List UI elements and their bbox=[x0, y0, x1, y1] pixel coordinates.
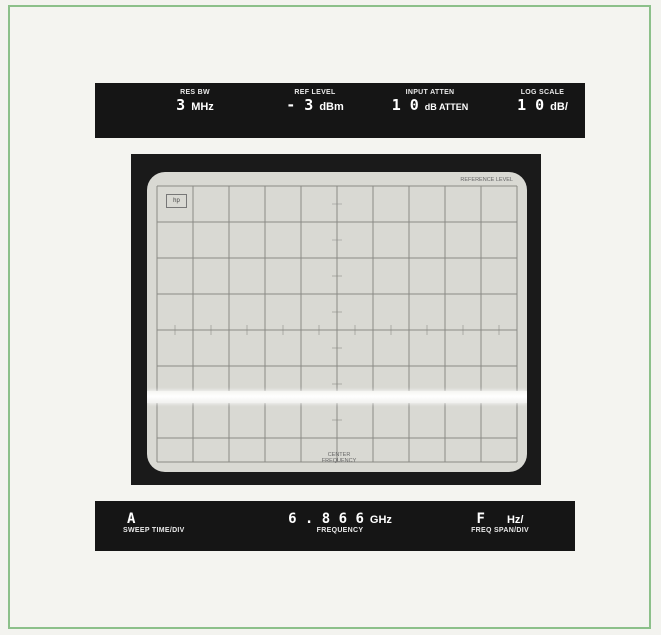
ref-level-value: - 3 dBm bbox=[286, 96, 344, 114]
freq-span-label: FREQ SPAN/DIV bbox=[471, 527, 529, 534]
freq-span-readout: F Hz/ FREQ SPAN/DIV bbox=[440, 511, 560, 534]
frequency-label: FREQUENCY bbox=[316, 527, 364, 534]
ref-level-label: REF LEVEL bbox=[294, 89, 336, 96]
graticule bbox=[156, 185, 518, 463]
input-atten-readout: INPUT ATTEN 1 0 dB ATTEN bbox=[380, 89, 480, 114]
input-atten-value: 1 0 dB ATTEN bbox=[391, 96, 469, 114]
top-readout-panel: RES BW 3 MHz REF LEVEL - 3 dBm INPUT ATTEN… bbox=[95, 83, 585, 138]
input-atten-label: INPUT ATTEN bbox=[405, 89, 455, 96]
crt-screen: hp REFERENCE LEVEL CENTER FREQUENCY bbox=[147, 172, 527, 472]
hp-logo: hp bbox=[166, 194, 187, 208]
ref-level-readout: REF LEVEL - 3 dBm bbox=[270, 89, 360, 114]
log-scale-value: 1 0 dB/ bbox=[517, 96, 568, 114]
reference-level-label: REFERENCE LEVEL bbox=[460, 177, 513, 183]
log-scale-label: LOG SCALE bbox=[520, 89, 565, 96]
sweep-time-readout: A SWEEP TIME/DIV bbox=[123, 511, 243, 534]
res-bw-readout: RES BW 3 MHz bbox=[150, 89, 240, 114]
freq-span-value: F Hz/ bbox=[476, 511, 524, 527]
sweep-time-label: SWEEP TIME/DIV bbox=[123, 527, 185, 534]
frequency-value: 6 . 8 6 6 GHz bbox=[288, 511, 392, 527]
sweep-time-value: A bbox=[127, 511, 136, 527]
bottom-readout-panel: A SWEEP TIME/DIV 6 . 8 6 6 GHz FREQUENCY … bbox=[95, 501, 575, 551]
signal-trace bbox=[147, 391, 527, 403]
res-bw-value: 3 MHz bbox=[176, 96, 214, 114]
frequency-readout: 6 . 8 6 6 GHz FREQUENCY bbox=[270, 511, 410, 534]
res-bw-label: RES BW bbox=[180, 89, 210, 96]
log-scale-readout: LOG SCALE 1 0 dB/ bbox=[500, 89, 585, 114]
center-frequency-label: CENTER FREQUENCY bbox=[321, 452, 357, 464]
